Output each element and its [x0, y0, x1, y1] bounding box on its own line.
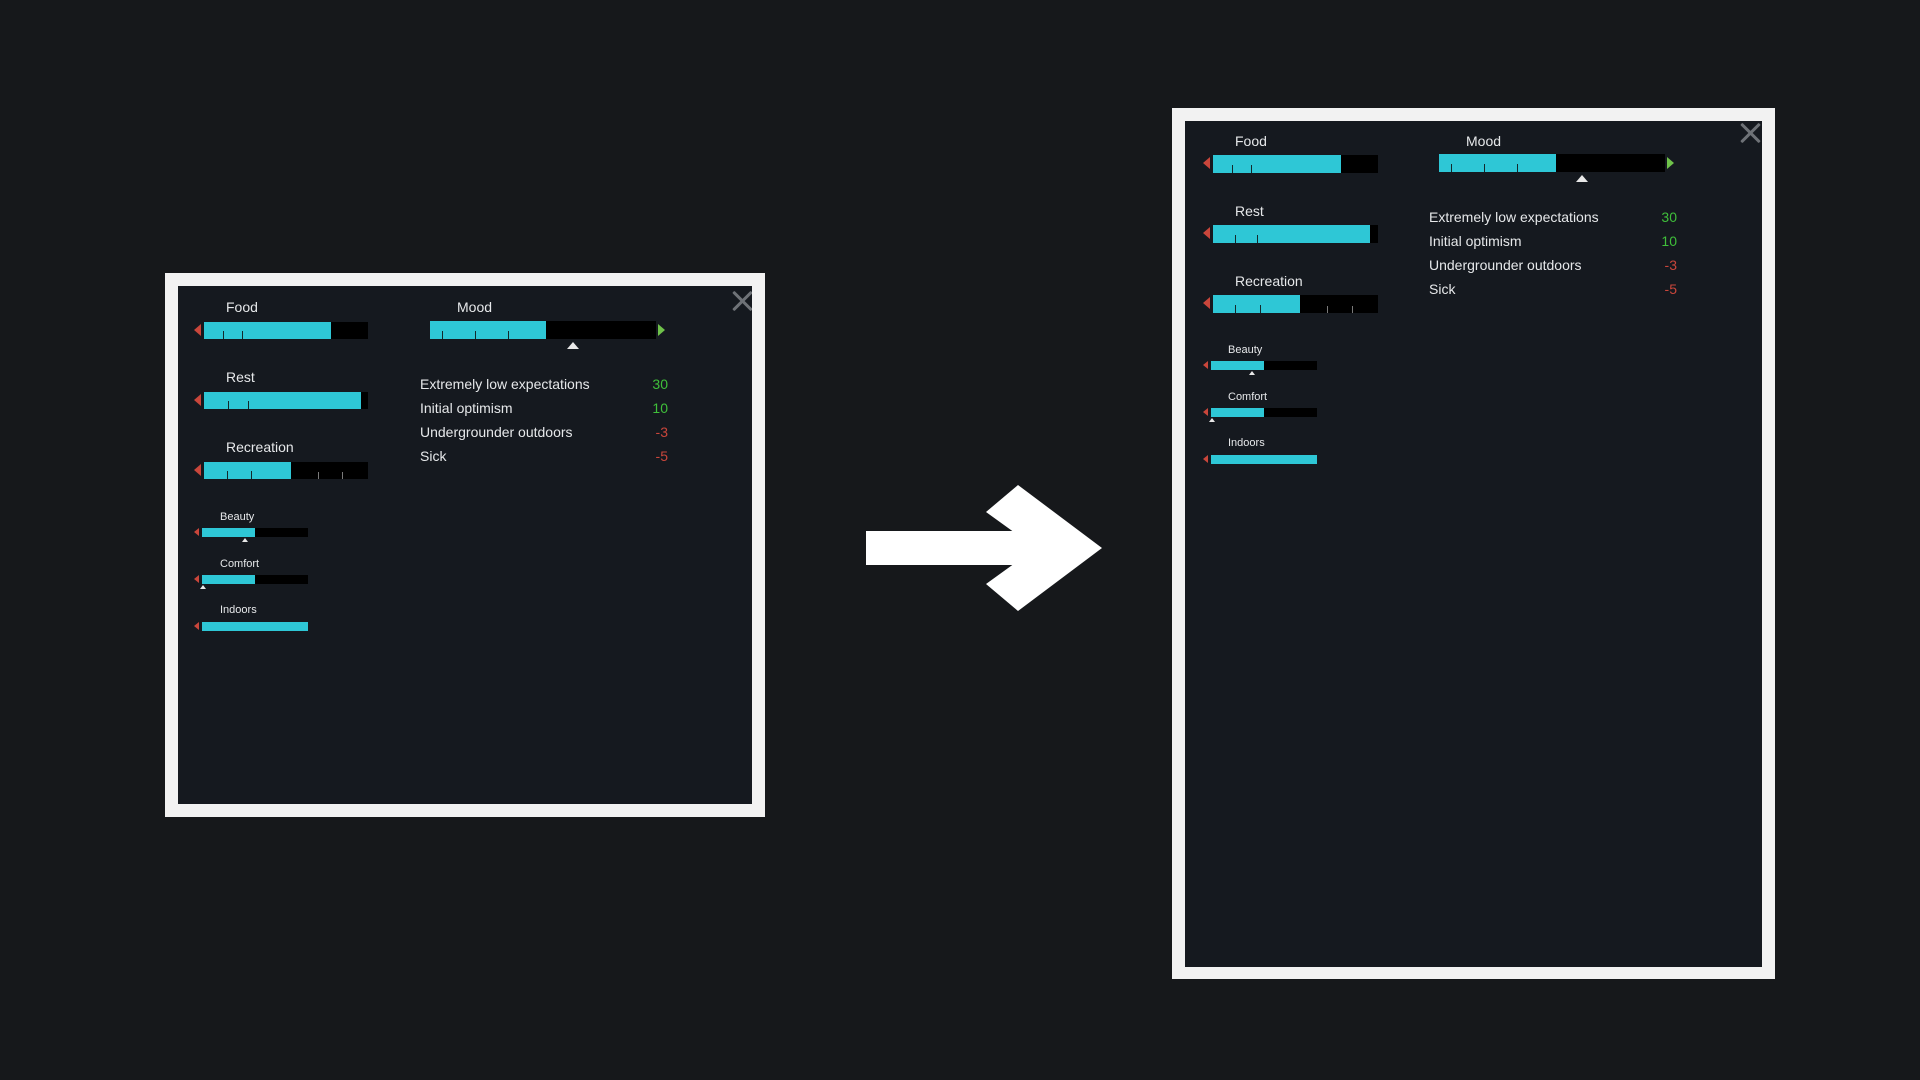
thought-value: -5	[655, 448, 668, 464]
need-threshold-marker	[1249, 371, 1255, 375]
thought-label: Undergrounder outdoors	[420, 424, 573, 440]
need-decrease-arrow-icon	[194, 622, 199, 630]
thought-value: -5	[1664, 281, 1677, 297]
thought-label: Sick	[420, 448, 447, 464]
need-decrease-arrow-icon	[194, 394, 201, 406]
need-bar-rest	[204, 392, 368, 409]
need-label-indoors: Indoors	[1228, 437, 1265, 449]
need-decrease-arrow-icon	[194, 324, 201, 336]
need-label-comfort: Comfort	[1228, 391, 1268, 403]
need-label-rest: Rest	[1235, 203, 1264, 219]
thought-value: 10	[1661, 233, 1677, 249]
need-bar-rest-fill	[204, 392, 361, 409]
before-needs-panel: Food Rest Recreation Beauty Comfort Indo…	[178, 286, 752, 804]
need-label-rest: Rest	[226, 369, 255, 385]
thought-label: Initial optimism	[1429, 233, 1522, 249]
need-bar-food	[204, 322, 368, 339]
mood-label: Mood	[1466, 133, 1502, 149]
need-decrease-arrow-icon	[1203, 408, 1208, 416]
need-bar-recreation	[1213, 295, 1378, 313]
need-label-comfort: Comfort	[220, 558, 260, 570]
mood-label: Mood	[457, 299, 493, 315]
thought-label: Extremely low expectations	[1429, 209, 1599, 225]
need-bar-indoors	[1211, 455, 1317, 464]
need-bar-beauty	[1211, 361, 1317, 370]
mood-increase-arrow-icon	[1667, 157, 1674, 169]
mood-threshold-marker	[567, 342, 579, 349]
need-label-beauty: Beauty	[1228, 344, 1263, 356]
need-bar-rest-fill	[1213, 225, 1370, 243]
need-bar-rest	[1213, 225, 1378, 243]
need-bar-comfort-fill	[202, 575, 255, 584]
need-bar-food	[1213, 155, 1378, 173]
right-arrow-icon	[866, 485, 1102, 611]
need-decrease-arrow-icon	[1203, 227, 1210, 239]
need-label-beauty: Beauty	[220, 511, 255, 523]
thought-value: 30	[652, 376, 668, 392]
thought-label: Initial optimism	[420, 400, 513, 416]
thought-value: -3	[1664, 257, 1677, 273]
need-label-indoors: Indoors	[220, 604, 257, 616]
need-label-food: Food	[1235, 133, 1267, 149]
mood-bar-fill	[430, 321, 546, 339]
mood-threshold-marker	[1576, 175, 1588, 182]
mood-bar-fill	[1439, 154, 1556, 172]
thought-value: 10	[652, 400, 668, 416]
need-bar-comfort-fill	[1211, 408, 1264, 417]
need-bar-comfort	[1211, 408, 1317, 417]
need-decrease-arrow-icon	[194, 464, 201, 476]
need-bar-beauty-fill	[202, 528, 255, 537]
mood-bar	[1439, 154, 1665, 172]
thought-value: -3	[655, 424, 668, 440]
need-bar-food-fill	[1213, 155, 1341, 173]
need-bar-beauty-fill	[1211, 361, 1264, 370]
mood-increase-arrow-icon	[658, 324, 665, 336]
after-needs-panel: Food Rest Recreation Beauty Comfort Indo…	[1185, 121, 1762, 967]
need-bar-indoors-fill	[202, 622, 308, 631]
close-icon[interactable]	[1738, 121, 1762, 145]
need-decrease-arrow-icon	[1203, 157, 1210, 169]
need-threshold-marker	[200, 585, 206, 589]
need-threshold-marker	[242, 538, 248, 542]
need-label-recreation: Recreation	[226, 439, 294, 455]
need-bar-recreation-fill	[204, 462, 291, 479]
close-icon[interactable]	[730, 289, 752, 313]
thought-label: Extremely low expectations	[420, 376, 590, 392]
need-bar-comfort	[202, 575, 308, 584]
need-decrease-arrow-icon	[194, 528, 199, 536]
need-bar-indoors-fill	[1211, 455, 1317, 464]
need-bar-food-fill	[204, 322, 331, 339]
mood-bar	[430, 321, 656, 339]
thought-label: Undergrounder outdoors	[1429, 257, 1582, 273]
need-bar-recreation-fill	[1213, 295, 1300, 313]
thought-label: Sick	[1429, 281, 1456, 297]
need-decrease-arrow-icon	[1203, 297, 1210, 309]
need-decrease-arrow-icon	[1203, 361, 1208, 369]
need-bar-recreation	[204, 462, 368, 479]
need-bar-beauty	[202, 528, 308, 537]
thought-value: 30	[1661, 209, 1677, 225]
need-decrease-arrow-icon	[1203, 455, 1208, 463]
need-bar-indoors	[202, 622, 308, 631]
need-threshold-marker	[1209, 418, 1215, 422]
need-decrease-arrow-icon	[194, 575, 199, 583]
need-label-recreation: Recreation	[1235, 273, 1303, 289]
need-label-food: Food	[226, 299, 258, 315]
